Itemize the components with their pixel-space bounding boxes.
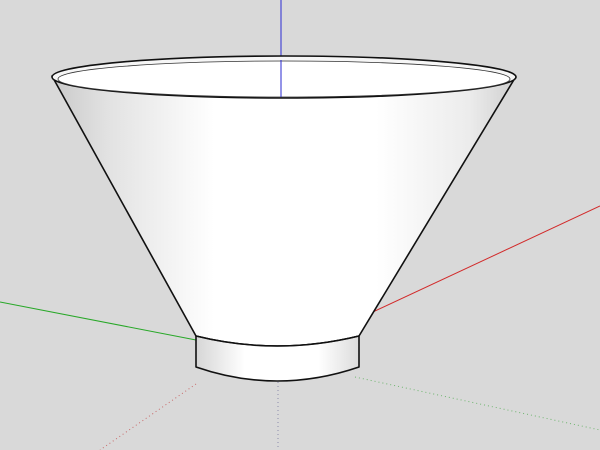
bowl-inner-lip: [57, 60, 511, 98]
scene-canvas[interactable]: [0, 0, 600, 450]
red-axis-negative: [99, 383, 197, 450]
green-axis: [0, 301, 197, 341]
bowl-body[interactable]: [51, 75, 516, 347]
green-axis-negative: [354, 376, 600, 431]
modeling-viewport[interactable]: [0, 0, 600, 450]
